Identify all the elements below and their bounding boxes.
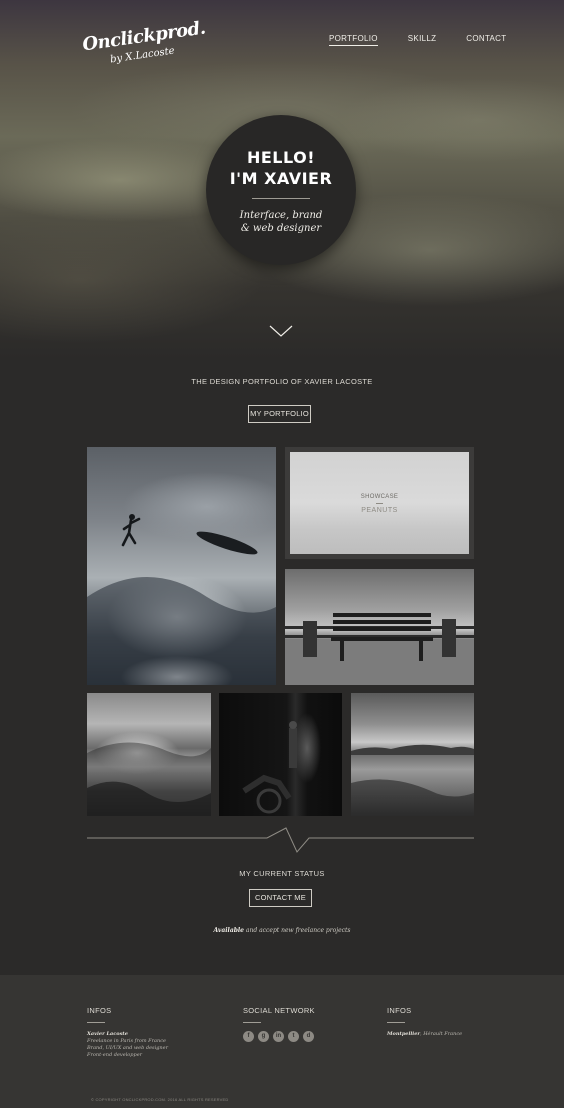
availability-note: and accept new freelance projects — [244, 927, 351, 934]
footer-rule — [387, 1022, 405, 1023]
waves-image — [87, 742, 211, 816]
footer-region: , Hérault France — [420, 1031, 463, 1037]
footer-rule — [87, 1022, 105, 1023]
portfolio-tile-motorbike[interactable] — [219, 693, 342, 816]
motorbike-image — [242, 721, 297, 814]
hero-tagline: Interface, brand & web designer — [206, 209, 356, 235]
footer-city: Montpellier — [387, 1031, 421, 1037]
footer-name: Xavier Lacoste — [87, 1031, 128, 1037]
contact-me-button[interactable]: CONTACT ME — [249, 889, 312, 907]
nav-contact[interactable]: CONTACT — [466, 34, 506, 46]
hero-tagline-line2: & web designer — [240, 223, 322, 234]
intro-circle: HELLO! I'M XAVIER Interface, brand & web… — [206, 115, 356, 265]
copyright: © COPYRIGHT ONCLICKPROD.COM. 2016 ALL RI… — [91, 1097, 229, 1102]
portfolio-tile-surfer[interactable] — [87, 447, 276, 685]
footer: INFOS Xavier Lacoste Freelance in Paris … — [0, 975, 564, 1108]
footer-infos-text: Xavier Lacoste Freelance in Paris from F… — [87, 1031, 168, 1059]
footer-rule — [243, 1022, 261, 1023]
hero-heading-line2: I'M XAVIER — [229, 169, 333, 188]
peanuts-overlay: SHOWCASE PEANUTS — [290, 452, 469, 554]
facebook-icon[interactable]: f — [243, 1031, 254, 1042]
availability-text: Available and accept new freelance proje… — [0, 927, 564, 934]
footer-location-col: INFOS Montpellier, Hérault France — [387, 1006, 462, 1038]
hero-banner: Onclickprod. by X.Lacoste PORTFOLIO SKIL… — [0, 0, 564, 360]
hero-divider — [252, 198, 310, 199]
main-nav: PORTFOLIO SKILLZ CONTACT — [329, 34, 506, 46]
portfolio-tile-bench[interactable] — [285, 569, 474, 685]
footer-line: Front-end developper — [87, 1052, 143, 1058]
nav-skillz[interactable]: SKILLZ — [408, 34, 436, 46]
surfer-image — [87, 514, 276, 685]
bench-image — [285, 613, 474, 685]
footer-line: Brand, UI/UX and web designer — [87, 1045, 168, 1051]
google-plus-icon[interactable]: g — [258, 1031, 269, 1042]
beach-image — [351, 744, 474, 816]
linkedin-icon[interactable]: in — [273, 1031, 284, 1042]
chevron-down-icon[interactable] — [269, 325, 293, 337]
availability-status: Available — [213, 927, 244, 934]
portfolio-tile-peanuts[interactable]: SHOWCASE PEANUTS — [285, 447, 474, 559]
twitter-icon[interactable]: t — [288, 1031, 299, 1042]
portfolio-tile-waves[interactable] — [87, 693, 211, 816]
dribbble-icon[interactable]: d — [303, 1031, 314, 1042]
portfolio-tile-beach[interactable] — [351, 693, 474, 816]
overlay-divider — [376, 503, 383, 504]
my-portfolio-button[interactable]: MY PORTFOLIO — [248, 405, 311, 423]
social-icons: f g in t d — [243, 1031, 315, 1042]
footer-social-title: SOCIAL NETWORK — [243, 1006, 315, 1015]
logo[interactable]: Onclickprod. by X.Lacoste — [81, 17, 206, 72]
footer-infos-title: INFOS — [87, 1006, 112, 1015]
footer-location-text: Montpellier, Hérault France — [387, 1031, 462, 1038]
nav-portfolio[interactable]: PORTFOLIO — [329, 34, 378, 46]
showcase-label: SHOWCASE — [360, 494, 399, 500]
footer-line: Freelance in Paris from France — [87, 1038, 167, 1044]
footer-social-col: SOCIAL NETWORK f g in t d — [243, 1006, 315, 1042]
footer-infos-col: INFOS Xavier Lacoste Freelance in Paris … — [87, 1006, 168, 1059]
hero-tagline-line1: Interface, brand — [239, 210, 323, 221]
hero-heading-line1: HELLO! — [246, 148, 316, 167]
status-title: MY CURRENT STATUS — [239, 869, 325, 878]
footer-location-title: INFOS — [387, 1006, 412, 1015]
showcase-title: PEANUTS — [361, 507, 398, 514]
intro-text: THE DESIGN PORTFOLIO OF XAVIER LACOSTE — [191, 377, 373, 386]
hero-heading: HELLO! I'M XAVIER — [206, 147, 356, 189]
section-divider — [87, 827, 474, 853]
